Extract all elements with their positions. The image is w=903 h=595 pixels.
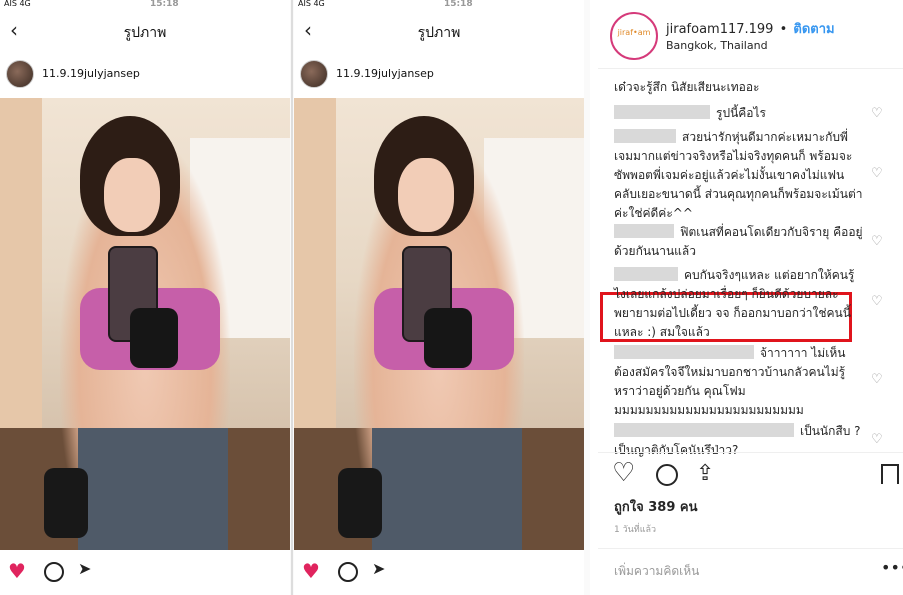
heart-icon[interactable]: ♡ [871,372,883,387]
avatar [6,60,34,88]
post-user-row: 11.9.19julyjansep [0,58,290,92]
post-user-row: 11.9.19julyjansep [294,58,584,92]
post-header: jiraf•am jirafoam117.199 • ติดตาม Bangko… [598,0,903,69]
more-icon[interactable]: ••• [881,558,903,577]
blurred-username [614,345,754,359]
top-bar: ‹ รูปภาพ [0,12,290,50]
add-comment-input[interactable]: เพิ่มความคิดเห็น [614,562,699,581]
comment-item: ฟิตเนสที่คอนโดเดียวกับจิรายุ คืออยู่ด้วย… [614,223,864,261]
gym-selfie-photo [294,98,584,550]
bookmark-icon[interactable] [881,464,899,484]
heart-icon: ♥ [8,559,26,583]
share-icon: ➤ [78,559,92,578]
post-username: 11.9.19julyjansep [336,67,434,80]
location-link[interactable]: Bangkok, Thailand [666,39,768,52]
phone-panel-right: AIS 4G 15:18 ‹ รูปภาพ 11.9.19julyjansep … [294,0,584,595]
blurred-username [614,224,674,238]
avatar [300,60,328,88]
share-icon: ➤ [372,559,386,578]
account-username[interactable]: jirafoam117.199 [666,22,773,37]
divider [598,452,903,453]
heart-icon[interactable]: ♡ [871,106,883,121]
status-time: 15:18 [150,0,179,9]
comment-icon [44,562,64,582]
heart-icon: ♥ [302,559,320,583]
blurred-username [614,423,794,437]
separator-dot: • [779,22,788,37]
logo-text: jiraf•am [617,28,651,37]
gym-selfie-photo [0,98,290,550]
comment-item: คบกันจริงๆแหละ แต่อยากให้คนรู้ไงเลยแกล้ง… [614,266,864,342]
post-sidebar: jiraf•am jirafoam117.199 • ติดตาม Bangko… [598,0,903,595]
follow-button[interactable]: ติดตาม [793,22,834,37]
comment-text: รูปนี้คือไร [716,106,766,120]
post-timestamp: 1 วันที่แล้ว [614,525,657,535]
comment-item: เด๋วจะรู้สึก นิสัยเสียนะเทออะ [614,78,864,97]
comment-item: สวยน่ารักหุ่นดีมากค่ะเหมาะกับพี่เจมมากแต… [614,128,864,223]
blurred-username [614,105,710,119]
embedded-screenshots: AIS 4G 15:18 ‹ รูปภาพ 11.9.19julyjansep … [0,0,590,595]
post-actions: ♥ ➤ [294,556,584,586]
like-heart-icon[interactable]: ♡ [612,458,635,488]
comment-item: รูปนี้คือไร [614,104,864,123]
status-bar: AIS 4G 15:18 [294,0,584,12]
profile-avatar[interactable]: jiraf•am [610,12,658,60]
comment-item: จ้าาาาาา ไม่เห็นต้องสมัครใจจึใหม่มาบอกชา… [614,344,864,420]
likes-count[interactable]: ถูกใจ 389 คน [614,496,697,517]
post-username: 11.9.19julyjansep [42,67,140,80]
top-bar: ‹ รูปภาพ [294,12,584,50]
comment-item: เป็นนักสืบ ? เป็นญาติกับโคนันรึป่าว? [614,422,864,460]
account-line: jirafoam117.199 • ติดตาม [666,18,835,39]
share-icon[interactable]: ⇪ [696,461,714,486]
carrier-text: AIS 4G [298,0,325,8]
screen-title: รูปภาพ [417,25,461,41]
post-actions: ♥ ➤ [0,556,290,586]
panel-divider [291,0,293,595]
divider [598,548,903,549]
comment-text: เด๋วจะรู้สึก นิสัยเสียนะเทออะ [614,80,760,94]
phone-panel-left: AIS 4G 15:18 ‹ รูปภาพ 11.9.19julyjansep … [0,0,290,595]
heart-icon[interactable]: ♡ [871,234,883,249]
screen-title: รูปภาพ [123,25,167,41]
status-bar: AIS 4G 15:18 [0,0,290,12]
comment-icon [338,562,358,582]
action-bar: ♡ ⇪ [598,458,903,494]
blurred-username [614,129,676,143]
heart-icon[interactable]: ♡ [871,432,883,447]
heart-icon[interactable]: ♡ [871,294,883,309]
status-time: 15:18 [444,0,473,9]
heart-icon[interactable]: ♡ [871,166,883,181]
blurred-username [614,267,678,281]
carrier-text: AIS 4G [4,0,31,8]
comment-icon[interactable] [656,464,678,486]
comment-text: สวยน่ารักหุ่นดีมากค่ะเหมาะกับพี่เจมมากแต… [614,130,863,220]
